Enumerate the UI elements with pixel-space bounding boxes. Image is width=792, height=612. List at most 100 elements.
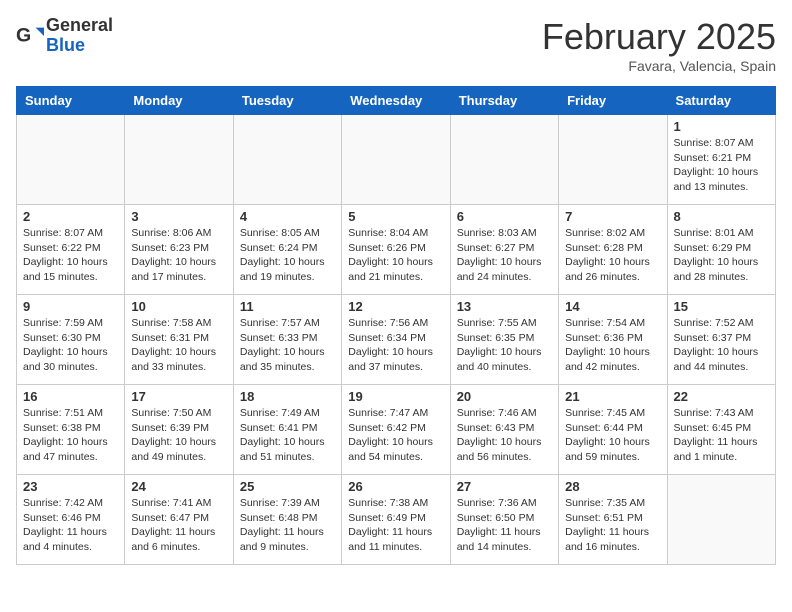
logo-general-text: General — [46, 16, 113, 36]
day-info: Sunrise: 8:01 AM Sunset: 6:29 PM Dayligh… — [674, 226, 769, 285]
day-info: Sunrise: 7:52 AM Sunset: 6:37 PM Dayligh… — [674, 316, 769, 375]
day-info: Sunrise: 7:36 AM Sunset: 6:50 PM Dayligh… — [457, 496, 552, 555]
calendar-cell: 24Sunrise: 7:41 AM Sunset: 6:47 PM Dayli… — [125, 475, 233, 565]
day-number: 5 — [348, 209, 443, 224]
day-info: Sunrise: 8:07 AM Sunset: 6:21 PM Dayligh… — [674, 136, 769, 195]
week-row-2: 9 Sunrise: 7:59 AM Sunset: 6:30 PM Daylig… — [17, 295, 776, 385]
calendar-cell: 1 Sunrise: 8:07 AM Sunset: 6:21 PM Daylig… — [667, 115, 775, 205]
calendar-table: SundayMondayTuesdayWednesdayThursdayFrid… — [16, 86, 776, 565]
day-number: 1 — [674, 119, 769, 134]
day-info: Sunrise: 7:50 AM Sunset: 6:39 PM Dayligh… — [131, 406, 226, 465]
day-info: Sunrise: 8:06 AM Sunset: 6:23 PM Dayligh… — [131, 226, 226, 285]
calendar-cell: 16 Sunrise: 7:51 AM Sunset: 6:38 PM Dayli… — [17, 385, 125, 475]
day-info: Sunrise: 7:54 AM Sunset: 6:36 PM Dayligh… — [565, 316, 660, 375]
month-title: February 2025 — [542, 16, 776, 58]
day-info: Sunrise: 7:45 AM Sunset: 6:44 PM Dayligh… — [565, 406, 660, 465]
logo: G General Blue — [16, 16, 113, 56]
calendar-cell: 17 Sunrise: 7:50 AM Sunset: 6:39 PM Dayli… — [125, 385, 233, 475]
day-info: Sunrise: 7:58 AM Sunset: 6:31 PM Dayligh… — [131, 316, 226, 375]
day-info: Sunrise: 8:04 AM Sunset: 6:26 PM Dayligh… — [348, 226, 443, 285]
day-number: 26 — [348, 479, 443, 494]
calendar-cell: 13 Sunrise: 7:55 AM Sunset: 6:35 PM Dayli… — [450, 295, 558, 385]
calendar-cell: 6 Sunrise: 8:03 AM Sunset: 6:27 PM Daylig… — [450, 205, 558, 295]
weekday-saturday: Saturday — [667, 87, 775, 115]
day-number: 19 — [348, 389, 443, 404]
day-info: Sunrise: 8:02 AM Sunset: 6:28 PM Dayligh… — [565, 226, 660, 285]
calendar-cell — [233, 115, 341, 205]
weekday-header-row: SundayMondayTuesdayWednesdayThursdayFrid… — [17, 87, 776, 115]
day-number: 14 — [565, 299, 660, 314]
logo-blue-text: Blue — [46, 36, 113, 56]
calendar-cell: 15Sunrise: 7:52 AM Sunset: 6:37 PM Dayli… — [667, 295, 775, 385]
day-info: Sunrise: 7:39 AM Sunset: 6:48 PM Dayligh… — [240, 496, 335, 555]
day-number: 22 — [674, 389, 769, 404]
calendar-cell — [17, 115, 125, 205]
day-number: 4 — [240, 209, 335, 224]
calendar-cell: 9 Sunrise: 7:59 AM Sunset: 6:30 PM Daylig… — [17, 295, 125, 385]
day-number: 27 — [457, 479, 552, 494]
day-info: Sunrise: 7:46 AM Sunset: 6:43 PM Dayligh… — [457, 406, 552, 465]
calendar-cell: 4Sunrise: 8:05 AM Sunset: 6:24 PM Daylig… — [233, 205, 341, 295]
calendar-cell: 11 Sunrise: 7:57 AM Sunset: 6:33 PM Dayli… — [233, 295, 341, 385]
day-info: Sunrise: 7:38 AM Sunset: 6:49 PM Dayligh… — [348, 496, 443, 555]
day-number: 2 — [23, 209, 118, 224]
day-info: Sunrise: 8:03 AM Sunset: 6:27 PM Dayligh… — [457, 226, 552, 285]
week-row-1: 2 Sunrise: 8:07 AM Sunset: 6:22 PM Daylig… — [17, 205, 776, 295]
day-info: Sunrise: 7:57 AM Sunset: 6:33 PM Dayligh… — [240, 316, 335, 375]
day-number: 13 — [457, 299, 552, 314]
week-row-0: 1 Sunrise: 8:07 AM Sunset: 6:21 PM Daylig… — [17, 115, 776, 205]
day-number: 17 — [131, 389, 226, 404]
calendar-cell: 20 Sunrise: 7:46 AM Sunset: 6:43 PM Dayli… — [450, 385, 558, 475]
day-number: 11 — [240, 299, 335, 314]
calendar-cell: 27 Sunrise: 7:36 AM Sunset: 6:50 PM Dayli… — [450, 475, 558, 565]
day-number: 21 — [565, 389, 660, 404]
calendar-body: 1 Sunrise: 8:07 AM Sunset: 6:21 PM Daylig… — [17, 115, 776, 565]
weekday-wednesday: Wednesday — [342, 87, 450, 115]
calendar-cell: 19 Sunrise: 7:47 AM Sunset: 6:42 PM Dayli… — [342, 385, 450, 475]
title-block: February 2025 Favara, Valencia, Spain — [542, 16, 776, 74]
day-number: 18 — [240, 389, 335, 404]
day-number: 16 — [23, 389, 118, 404]
calendar-cell: 28 Sunrise: 7:35 AM Sunset: 6:51 PM Dayli… — [559, 475, 667, 565]
weekday-monday: Monday — [125, 87, 233, 115]
calendar-cell: 7Sunrise: 8:02 AM Sunset: 6:28 PM Daylig… — [559, 205, 667, 295]
calendar-cell: 3 Sunrise: 8:06 AM Sunset: 6:23 PM Daylig… — [125, 205, 233, 295]
week-row-3: 16 Sunrise: 7:51 AM Sunset: 6:38 PM Dayli… — [17, 385, 776, 475]
day-info: Sunrise: 7:55 AM Sunset: 6:35 PM Dayligh… — [457, 316, 552, 375]
day-info: Sunrise: 7:56 AM Sunset: 6:34 PM Dayligh… — [348, 316, 443, 375]
calendar-cell: 5 Sunrise: 8:04 AM Sunset: 6:26 PM Daylig… — [342, 205, 450, 295]
calendar-cell: 8Sunrise: 8:01 AM Sunset: 6:29 PM Daylig… — [667, 205, 775, 295]
weekday-tuesday: Tuesday — [233, 87, 341, 115]
day-info: Sunrise: 8:07 AM Sunset: 6:22 PM Dayligh… — [23, 226, 118, 285]
page-header: G General Blue February 2025 Favara, Val… — [16, 16, 776, 74]
day-number: 24 — [131, 479, 226, 494]
day-info: Sunrise: 7:35 AM Sunset: 6:51 PM Dayligh… — [565, 496, 660, 555]
day-number: 20 — [457, 389, 552, 404]
day-number: 3 — [131, 209, 226, 224]
day-info: Sunrise: 7:43 AM Sunset: 6:45 PM Dayligh… — [674, 406, 769, 465]
day-info: Sunrise: 7:42 AM Sunset: 6:46 PM Dayligh… — [23, 496, 118, 555]
calendar-cell: 10 Sunrise: 7:58 AM Sunset: 6:31 PM Dayli… — [125, 295, 233, 385]
day-number: 28 — [565, 479, 660, 494]
calendar-cell — [450, 115, 558, 205]
day-number: 25 — [240, 479, 335, 494]
weekday-friday: Friday — [559, 87, 667, 115]
week-row-4: 23 Sunrise: 7:42 AM Sunset: 6:46 PM Dayli… — [17, 475, 776, 565]
day-number: 6 — [457, 209, 552, 224]
day-info: Sunrise: 7:47 AM Sunset: 6:42 PM Dayligh… — [348, 406, 443, 465]
day-info: Sunrise: 7:59 AM Sunset: 6:30 PM Dayligh… — [23, 316, 118, 375]
svg-text:G: G — [16, 24, 31, 46]
day-number: 10 — [131, 299, 226, 314]
calendar-cell — [125, 115, 233, 205]
location: Favara, Valencia, Spain — [542, 58, 776, 74]
calendar-cell: 23 Sunrise: 7:42 AM Sunset: 6:46 PM Dayli… — [17, 475, 125, 565]
calendar-cell: 2 Sunrise: 8:07 AM Sunset: 6:22 PM Daylig… — [17, 205, 125, 295]
weekday-thursday: Thursday — [450, 87, 558, 115]
day-number: 9 — [23, 299, 118, 314]
calendar-cell — [667, 475, 775, 565]
logo-icon: G — [16, 22, 44, 50]
calendar-cell: 18Sunrise: 7:49 AM Sunset: 6:41 PM Dayli… — [233, 385, 341, 475]
calendar-cell: 25 Sunrise: 7:39 AM Sunset: 6:48 PM Dayli… — [233, 475, 341, 565]
day-info: Sunrise: 7:51 AM Sunset: 6:38 PM Dayligh… — [23, 406, 118, 465]
day-number: 23 — [23, 479, 118, 494]
